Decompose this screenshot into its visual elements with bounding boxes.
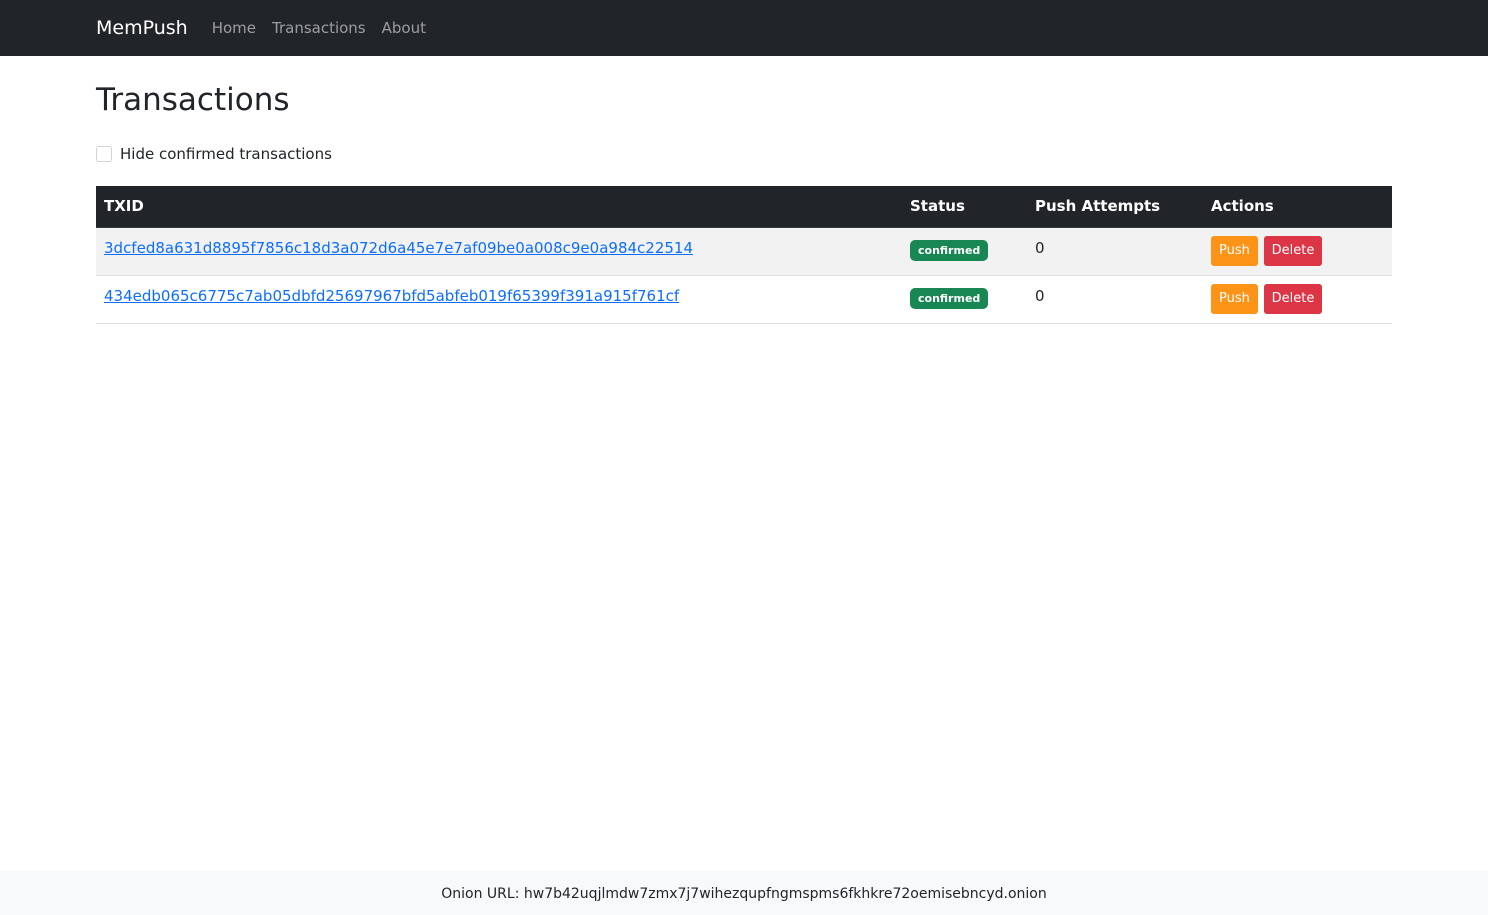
- hide-confirmed-label[interactable]: Hide confirmed transactions: [120, 145, 332, 163]
- onion-url-text: Onion URL: hw7b42uqjlmdw7zmx7j7wihezqupf…: [441, 886, 1047, 902]
- hide-confirmed-filter: Hide confirmed transactions: [96, 143, 332, 165]
- hide-confirmed-checkbox[interactable]: [96, 146, 112, 162]
- delete-button[interactable]: Delete: [1263, 283, 1323, 314]
- actions-cell: Push Delete: [1203, 227, 1392, 276]
- brand-logo[interactable]: MemPush: [96, 0, 188, 56]
- actions-cell: Push Delete: [1203, 275, 1392, 324]
- push-attempts-cell: 0: [1027, 227, 1203, 276]
- status-cell: confirmed: [902, 275, 1027, 324]
- push-attempts-value: 0: [1035, 238, 1045, 257]
- footer: Onion URL: hw7b42uqjlmdw7zmx7j7wihezqupf…: [0, 871, 1488, 915]
- txid-cell: 434edb065c6775c7ab05dbfd25697967bfd5abfe…: [96, 275, 902, 324]
- push-attempts-value: 0: [1035, 286, 1045, 305]
- delete-button[interactable]: Delete: [1263, 235, 1323, 266]
- txid-link[interactable]: 434edb065c6775c7ab05dbfd25697967bfd5abfe…: [104, 287, 679, 305]
- status-badge: confirmed: [910, 239, 989, 261]
- push-button[interactable]: Push: [1211, 283, 1258, 314]
- table-row: 434edb065c6775c7ab05dbfd25697967bfd5abfe…: [96, 275, 1392, 324]
- txid-cell: 3dcfed8a631d8895f7856c18d3a072d6a45e7e7a…: [96, 227, 902, 276]
- status-badge: confirmed: [910, 287, 989, 309]
- table-row: 3dcfed8a631d8895f7856c18d3a072d6a45e7e7a…: [96, 227, 1392, 276]
- column-header-txid: TXID: [96, 186, 902, 228]
- column-header-push-attempts: Push Attempts: [1027, 186, 1203, 228]
- status-cell: confirmed: [902, 227, 1027, 276]
- nav-link-home[interactable]: Home: [212, 0, 256, 56]
- page-title: Transactions: [96, 82, 290, 118]
- push-attempts-cell: 0: [1027, 275, 1203, 324]
- txid-link[interactable]: 3dcfed8a631d8895f7856c18d3a072d6a45e7e7a…: [104, 239, 693, 257]
- nav-link-transactions[interactable]: Transactions: [272, 0, 366, 56]
- push-button[interactable]: Push: [1211, 235, 1258, 266]
- column-header-actions: Actions: [1203, 186, 1392, 228]
- navbar: MemPush Home Transactions About: [0, 0, 1488, 56]
- transactions-table: TXID Status Push Attempts Actions 3dcfed…: [96, 186, 1392, 324]
- column-header-status: Status: [902, 186, 1027, 228]
- table-header-row: TXID Status Push Attempts Actions: [96, 186, 1392, 228]
- nav-link-about[interactable]: About: [382, 0, 426, 56]
